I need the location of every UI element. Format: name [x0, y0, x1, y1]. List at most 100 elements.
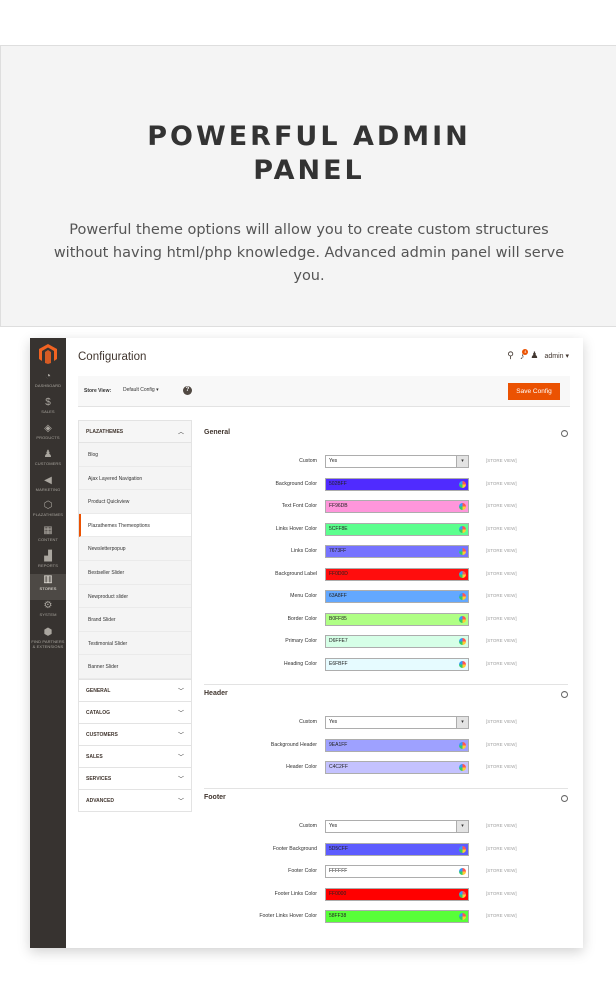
color-picker-icon[interactable]: [459, 548, 466, 555]
config-subitem-label: Product Quickview: [88, 499, 130, 506]
config-menu-plazathemes[interactable]: PLAZATHEMES ︿: [79, 421, 191, 443]
color-picker-icon[interactable]: [459, 503, 466, 510]
color-picker-icon[interactable]: [459, 526, 466, 533]
config-subitem[interactable]: Product Quickview: [79, 490, 191, 514]
form-row: Primary Color D6FFE7 [STORE VIEW]: [204, 635, 568, 649]
user-menu[interactable]: admin ▾: [544, 352, 569, 360]
config-section-label: CATALOG: [86, 709, 110, 716]
group-title[interactable]: Header: [204, 690, 228, 697]
config-section-services[interactable]: SERVICES ﹀: [79, 766, 191, 789]
color-input[interactable]: 5D5CFF: [325, 843, 469, 856]
color-picker-icon[interactable]: [459, 571, 466, 578]
config-section-advanced[interactable]: ADVANCED ﹀: [79, 788, 191, 811]
config-subitem[interactable]: Newproduct slider: [79, 584, 191, 609]
config-subitem[interactable]: Blog: [79, 443, 191, 467]
config-section-customers[interactable]: CUSTOMERS ﹀: [79, 722, 191, 745]
color-input[interactable]: 9EA1FF: [325, 739, 469, 752]
admin-content: Configuration ⚲ ♪ 4 ♟ admin ▾ Store View:…: [66, 338, 583, 948]
sidebar-item-label: CONTENT: [37, 537, 59, 542]
magento-logo-icon[interactable]: [39, 344, 57, 364]
config-section-general[interactable]: GENERAL ﹀: [79, 678, 191, 701]
caret-down-icon: ▾: [456, 456, 468, 467]
sidebar-item-marketing[interactable]: ◀ MARKETING: [30, 475, 66, 501]
color-input[interactable]: 58FF38: [325, 910, 469, 923]
config-subitem-label: Blog: [88, 452, 99, 458]
custom-select[interactable]: Yes ▾: [325, 716, 469, 729]
config-section-sales[interactable]: SALES ﹀: [79, 744, 191, 767]
sidebar-item-label: SYSTEM: [39, 612, 57, 617]
sidebar-item-content[interactable]: ▦ CONTENT: [30, 525, 66, 551]
sidebar-item-sales[interactable]: $ SALES: [30, 397, 66, 423]
color-picker-icon[interactable]: [459, 764, 466, 771]
sidebar-item-label: FIND PARTNERS & EXTENSIONS: [31, 639, 65, 649]
color-picker-icon[interactable]: [459, 661, 466, 668]
sidebar-item-system[interactable]: ⚙ SYSTEM: [30, 600, 66, 626]
sidebar-item-label: MARKETING: [35, 487, 61, 492]
color-input[interactable]: C4C2FF: [325, 761, 469, 774]
config-subitem[interactable]: Plazathemes Themeoptions: [79, 513, 191, 538]
collapse-toggle-icon[interactable]: ⌃: [561, 691, 568, 698]
config-subitem[interactable]: Ajax Layered Navigation: [79, 466, 191, 491]
color-picker-icon[interactable]: [459, 742, 466, 749]
color-input[interactable]: D6FFE7: [325, 635, 469, 648]
scope-label: [STORE VIEW]: [486, 891, 517, 896]
config-subitem-label: Ajax Layered Navigation: [88, 475, 143, 482]
color-hex: E6FBFF: [329, 661, 348, 667]
color-picker-icon[interactable]: [459, 481, 466, 488]
bar-chart-icon: ▟: [44, 551, 52, 562]
color-input[interactable]: 7673FF: [325, 545, 469, 558]
config-subitem[interactable]: Testimonial Slider: [79, 631, 191, 656]
collapse-toggle-icon[interactable]: ⌃: [561, 430, 568, 437]
config-section-label: ADVANCED: [86, 797, 114, 804]
help-icon[interactable]: ?: [183, 386, 192, 395]
bell-icon[interactable]: ♪ 4: [520, 348, 529, 361]
config-section-catalog[interactable]: CATALOG ﹀: [79, 700, 191, 723]
custom-select[interactable]: Yes ▾: [325, 455, 469, 468]
field-label: Menu Color: [290, 593, 317, 599]
color-input[interactable]: 5CFF8E: [325, 523, 469, 536]
group-title[interactable]: General: [204, 429, 230, 436]
color-picker-icon[interactable]: [459, 913, 466, 920]
color-input[interactable]: 502BFF: [325, 478, 469, 491]
config-subitem[interactable]: Newsletterpopup: [79, 537, 191, 561]
search-icon[interactable]: ⚲: [507, 350, 514, 361]
sidebar-item-plazathemes[interactable]: ⬡ PLAZATHEMES: [30, 500, 66, 526]
custom-select[interactable]: Yes ▾: [325, 820, 469, 833]
form-row: Footer Color FFFFFF [STORE VIEW]: [204, 865, 568, 879]
color-input[interactable]: FFFFFF: [325, 865, 469, 878]
config-subitem[interactable]: Bestseller Slider: [79, 560, 191, 585]
color-picker-icon[interactable]: [459, 891, 466, 898]
user-icon[interactable]: ♟: [530, 350, 538, 361]
color-picker-icon[interactable]: [459, 638, 466, 645]
sidebar-item-find-partners-extensions[interactable]: ⬢ FIND PARTNERS & EXTENSIONS: [30, 627, 66, 659]
color-input[interactable]: FF0D0D: [325, 568, 469, 581]
field-label: Heading Color: [283, 661, 317, 667]
sidebar-item-stores[interactable]: ▥ STORES: [30, 574, 66, 600]
group-title[interactable]: Footer: [204, 794, 226, 801]
sidebar-item-dashboard[interactable]: ◔ DASHBOARD: [30, 371, 66, 397]
form-row: Text Font Color FF96DB [STORE VIEW]: [204, 500, 568, 514]
color-picker-icon[interactable]: [459, 616, 466, 623]
config-subitem-label: Bestseller Slider: [88, 569, 125, 576]
config-subitem[interactable]: Brand Slider: [79, 608, 191, 632]
color-picker-icon[interactable]: [459, 868, 466, 875]
form-row: Heading Color E6FBFF [STORE VIEW]: [204, 658, 568, 672]
sidebar-item-products[interactable]: ◈ PRODUCTS: [30, 423, 66, 449]
color-input[interactable]: B0FF85: [325, 613, 469, 626]
color-input[interactable]: FF96DB: [325, 500, 469, 513]
scope-label: [STORE VIEW]: [486, 846, 517, 851]
store-view-select[interactable]: Default Config ▾: [123, 387, 159, 393]
save-config-button[interactable]: Save Config: [508, 383, 560, 400]
color-input[interactable]: FF0000: [325, 888, 469, 901]
color-picker-icon[interactable]: [459, 846, 466, 853]
config-subitem[interactable]: Banner Slider: [79, 655, 191, 679]
promo-banner: POWERFUL ADMIN PANEL Powerful theme opti…: [0, 45, 616, 327]
color-input[interactable]: E6FBFF: [325, 658, 469, 671]
collapse-toggle-icon[interactable]: ⌃: [561, 795, 568, 802]
chevron-down-icon: ﹀: [177, 776, 184, 783]
store-view-value: Default Config: [123, 387, 155, 393]
color-picker-icon[interactable]: [459, 593, 466, 600]
scope-label: [STORE VIEW]: [486, 742, 517, 747]
sidebar-item-customers[interactable]: ♟ CUSTOMERS: [30, 449, 66, 475]
color-input[interactable]: 63A8FF: [325, 590, 469, 603]
